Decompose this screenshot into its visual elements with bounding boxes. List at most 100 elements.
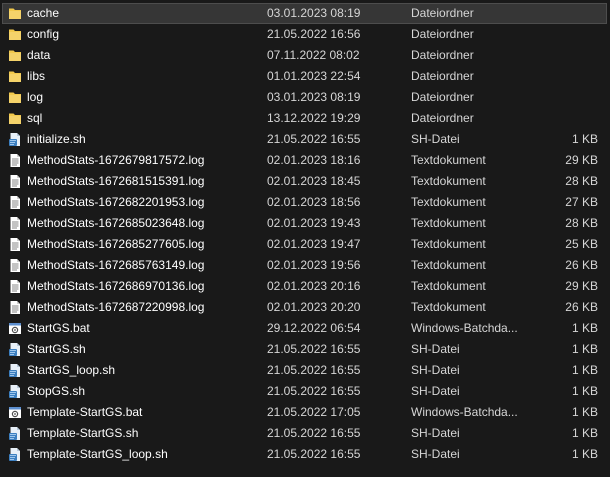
file-date: 01.01.2023 22:54 bbox=[267, 69, 361, 83]
file-date: 02.01.2023 18:56 bbox=[267, 195, 361, 209]
file-type: Textdokument bbox=[411, 279, 486, 293]
file-size: 27 KB bbox=[565, 195, 598, 209]
file-name: log bbox=[27, 90, 44, 104]
folder-icon bbox=[8, 69, 22, 84]
file-name: MethodStats-1672687220998.log bbox=[27, 300, 205, 314]
file-type: Dateiordner bbox=[411, 90, 474, 104]
file-row-template-startgs-loop-sh[interactable]: Template-StartGS_loop.sh 21.05.2022 16:5… bbox=[0, 444, 610, 465]
folder-icon bbox=[8, 111, 22, 126]
file-size: 1 KB bbox=[571, 132, 598, 146]
file-row-template-startgs-sh[interactable]: Template-StartGS.sh 21.05.2022 16:55 SH-… bbox=[0, 423, 610, 444]
file-row-log-3[interactable]: MethodStats-1672682201953.log 02.01.2023… bbox=[0, 192, 610, 213]
text-file-icon bbox=[8, 279, 22, 294]
text-file-icon bbox=[8, 300, 22, 315]
file-row-config[interactable]: config 21.05.2022 16:56 Dateiordner bbox=[0, 24, 610, 45]
folder-icon bbox=[8, 6, 22, 21]
file-row-startgs-bat[interactable]: StartGS.bat 29.12.2022 06:54 Windows-Bat… bbox=[0, 318, 610, 339]
file-date: 02.01.2023 20:16 bbox=[267, 279, 361, 293]
file-row-log[interactable]: log 03.01.2023 08:19 Dateiordner bbox=[0, 87, 610, 108]
bottom-padding bbox=[0, 470, 610, 477]
sh-file-icon bbox=[8, 132, 22, 147]
file-type: Textdokument bbox=[411, 300, 486, 314]
file-list: cache 03.01.2023 08:19 Dateiordner confi… bbox=[0, 3, 610, 465]
file-size: 29 KB bbox=[565, 153, 598, 167]
file-row-sql[interactable]: sql 13.12.2022 19:29 Dateiordner bbox=[0, 108, 610, 129]
file-size: 1 KB bbox=[571, 426, 598, 440]
file-type: SH-Datei bbox=[411, 342, 460, 356]
file-date: 21.05.2022 16:56 bbox=[267, 27, 361, 41]
file-name: StartGS_loop.sh bbox=[27, 363, 116, 377]
file-row-log-1[interactable]: MethodStats-1672679817572.log 02.01.2023… bbox=[0, 150, 610, 171]
file-row-log-4[interactable]: MethodStats-1672685023648.log 02.01.2023… bbox=[0, 213, 610, 234]
file-name: Template-StartGS.sh bbox=[27, 426, 139, 440]
file-row-template-startgs-bat[interactable]: Template-StartGS.bat 21.05.2022 17:05 Wi… bbox=[0, 402, 610, 423]
folder-icon bbox=[8, 90, 22, 105]
text-file-icon bbox=[8, 153, 22, 168]
file-name: Template-StartGS.bat bbox=[27, 405, 143, 419]
file-date: 13.12.2022 19:29 bbox=[267, 111, 361, 125]
file-date: 02.01.2023 19:43 bbox=[267, 216, 361, 230]
file-row-stopgs-sh[interactable]: StopGS.sh 21.05.2022 16:55 SH-Datei 1 KB bbox=[0, 381, 610, 402]
file-row-log-8[interactable]: MethodStats-1672687220998.log 02.01.2023… bbox=[0, 297, 610, 318]
file-name: StartGS.bat bbox=[27, 321, 90, 335]
file-name: MethodStats-1672685023648.log bbox=[27, 216, 205, 230]
file-size: 1 KB bbox=[571, 384, 598, 398]
file-row-cache[interactable]: cache 03.01.2023 08:19 Dateiordner bbox=[0, 3, 610, 24]
folder-icon bbox=[8, 27, 22, 42]
text-file-icon bbox=[8, 174, 22, 189]
file-type: Dateiordner bbox=[411, 48, 474, 62]
file-row-libs[interactable]: libs 01.01.2023 22:54 Dateiordner bbox=[0, 66, 610, 87]
text-file-icon bbox=[8, 237, 22, 252]
file-row-initialize-sh[interactable]: initialize.sh 21.05.2022 16:55 SH-Datei … bbox=[0, 129, 610, 150]
file-name: StopGS.sh bbox=[27, 384, 86, 398]
file-size: 26 KB bbox=[565, 300, 598, 314]
file-name: cache bbox=[27, 6, 60, 20]
file-date: 21.05.2022 16:55 bbox=[267, 132, 361, 146]
file-name: config bbox=[27, 27, 60, 41]
file-type: SH-Datei bbox=[411, 132, 460, 146]
file-row-log-5[interactable]: MethodStats-1672685277605.log 02.01.2023… bbox=[0, 234, 610, 255]
file-date: 02.01.2023 19:56 bbox=[267, 258, 361, 272]
file-date: 21.05.2022 16:55 bbox=[267, 342, 361, 356]
file-date: 02.01.2023 19:47 bbox=[267, 237, 361, 251]
file-date: 21.05.2022 16:55 bbox=[267, 447, 361, 461]
file-row-log-6[interactable]: MethodStats-1672685763149.log 02.01.2023… bbox=[0, 255, 610, 276]
file-type: Textdokument bbox=[411, 258, 486, 272]
file-date: 03.01.2023 08:19 bbox=[267, 6, 361, 20]
file-name: initialize.sh bbox=[27, 132, 86, 146]
file-size: 1 KB bbox=[571, 342, 598, 356]
file-row-log-2[interactable]: MethodStats-1672681515391.log 02.01.2023… bbox=[0, 171, 610, 192]
file-row-startgs-sh[interactable]: StartGS.sh 21.05.2022 16:55 SH-Datei 1 K… bbox=[0, 339, 610, 360]
file-date: 02.01.2023 18:45 bbox=[267, 174, 361, 188]
file-date: 02.01.2023 18:16 bbox=[267, 153, 361, 167]
sh-file-icon bbox=[8, 342, 22, 357]
file-size: 28 KB bbox=[565, 174, 598, 188]
file-row-startgs-loop-sh[interactable]: StartGS_loop.sh 21.05.2022 16:55 SH-Date… bbox=[0, 360, 610, 381]
file-date: 21.05.2022 16:55 bbox=[267, 384, 361, 398]
sh-file-icon bbox=[8, 426, 22, 441]
file-name: MethodStats-1672681515391.log bbox=[27, 174, 205, 188]
file-size: 1 KB bbox=[571, 447, 598, 461]
file-type: SH-Datei bbox=[411, 426, 460, 440]
file-size: 1 KB bbox=[571, 405, 598, 419]
file-type: Dateiordner bbox=[411, 111, 474, 125]
file-date: 29.12.2022 06:54 bbox=[267, 321, 361, 335]
file-row-data[interactable]: data 07.11.2022 08:02 Dateiordner bbox=[0, 45, 610, 66]
file-type: Dateiordner bbox=[411, 69, 474, 83]
file-name: MethodStats-1672682201953.log bbox=[27, 195, 205, 209]
sh-file-icon bbox=[8, 363, 22, 378]
file-date: 21.05.2022 16:55 bbox=[267, 363, 361, 377]
file-type: Windows-Batchda... bbox=[411, 321, 518, 335]
file-name: MethodStats-1672679817572.log bbox=[27, 153, 205, 167]
file-name: MethodStats-1672685277605.log bbox=[27, 237, 205, 251]
file-name: libs bbox=[27, 69, 46, 83]
file-name: sql bbox=[27, 111, 43, 125]
file-row-log-7[interactable]: MethodStats-1672686970136.log 02.01.2023… bbox=[0, 276, 610, 297]
file-date: 21.05.2022 16:55 bbox=[267, 426, 361, 440]
sh-file-icon bbox=[8, 384, 22, 399]
file-name: StartGS.sh bbox=[27, 342, 86, 356]
file-type: SH-Datei bbox=[411, 384, 460, 398]
text-file-icon bbox=[8, 258, 22, 273]
batch-file-icon bbox=[8, 405, 22, 420]
sh-file-icon bbox=[8, 447, 22, 462]
